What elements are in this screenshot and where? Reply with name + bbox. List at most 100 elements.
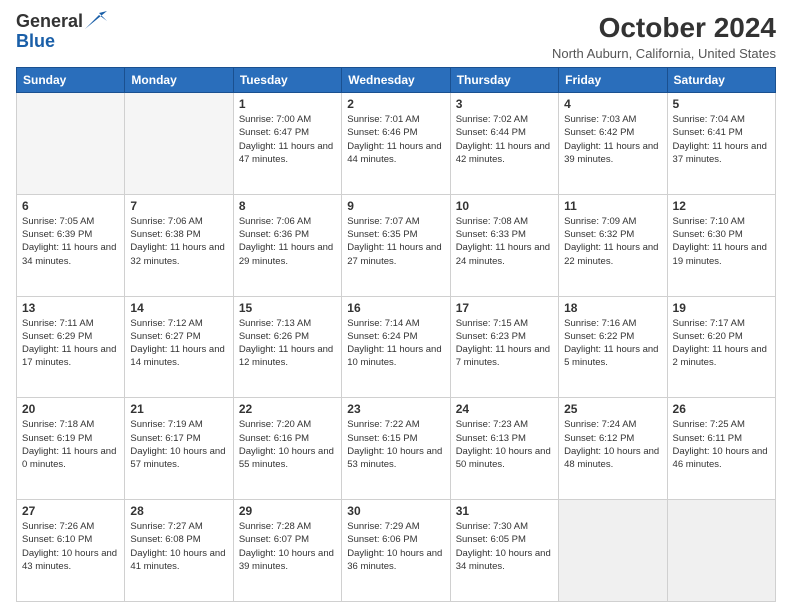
day-info: Sunrise: 7:19 AMSunset: 6:17 PMDaylight:… (130, 418, 227, 471)
calendar-header-friday: Friday (559, 68, 667, 93)
location: North Auburn, California, United States (552, 46, 776, 61)
calendar-cell: 16 Sunrise: 7:14 AMSunset: 6:24 PMDayligh… (342, 296, 450, 398)
day-info: Sunrise: 7:26 AMSunset: 6:10 PMDaylight:… (22, 520, 119, 573)
day-info: Sunrise: 7:10 AMSunset: 6:30 PMDaylight:… (673, 215, 770, 268)
day-number: 3 (456, 97, 553, 111)
calendar-cell: 20 Sunrise: 7:18 AMSunset: 6:19 PMDayligh… (17, 398, 125, 500)
calendar-cell: 23 Sunrise: 7:22 AMSunset: 6:15 PMDayligh… (342, 398, 450, 500)
day-info: Sunrise: 7:13 AMSunset: 6:26 PMDaylight:… (239, 317, 336, 370)
day-number: 16 (347, 301, 444, 315)
day-info: Sunrise: 7:29 AMSunset: 6:06 PMDaylight:… (347, 520, 444, 573)
calendar-body: 1 Sunrise: 7:00 AMSunset: 6:47 PMDaylight… (17, 93, 776, 602)
calendar-cell: 14 Sunrise: 7:12 AMSunset: 6:27 PMDayligh… (125, 296, 233, 398)
calendar-cell: 29Sunrise: 7:28 AMSunset: 6:07 PMDayligh… (233, 500, 341, 602)
day-number: 15 (239, 301, 336, 315)
calendar-cell: 1 Sunrise: 7:00 AMSunset: 6:47 PMDaylight… (233, 93, 341, 195)
calendar-week-2: 6Sunrise: 7:05 AMSunset: 6:39 PMDaylight… (17, 194, 776, 296)
day-number: 22 (239, 402, 336, 416)
calendar-cell: 31 Sunrise: 7:30 AMSunset: 6:05 PMDayligh… (450, 500, 558, 602)
calendar-cell: 15 Sunrise: 7:13 AMSunset: 6:26 PMDayligh… (233, 296, 341, 398)
calendar-cell: 11 Sunrise: 7:09 AMSunset: 6:32 PMDayligh… (559, 194, 667, 296)
day-number: 24 (456, 402, 553, 416)
day-info: Sunrise: 7:12 AMSunset: 6:27 PMDaylight:… (130, 317, 227, 370)
day-number: 4 (564, 97, 661, 111)
logo-general-text: General (16, 12, 83, 32)
calendar-cell (559, 500, 667, 602)
calendar-week-1: 1 Sunrise: 7:00 AMSunset: 6:47 PMDaylight… (17, 93, 776, 195)
day-info: Sunrise: 7:00 AMSunset: 6:47 PMDaylight:… (239, 113, 336, 166)
day-info: Sunrise: 7:15 AMSunset: 6:23 PMDaylight:… (456, 317, 553, 370)
day-number: 28 (130, 504, 227, 518)
day-number: 19 (673, 301, 770, 315)
calendar-header-wednesday: Wednesday (342, 68, 450, 93)
month-title: October 2024 (552, 12, 776, 44)
logo: General Blue (16, 12, 107, 52)
calendar-header-monday: Monday (125, 68, 233, 93)
day-info: Sunrise: 7:17 AMSunset: 6:20 PMDaylight:… (673, 317, 770, 370)
day-number: 31 (456, 504, 553, 518)
calendar-cell (125, 93, 233, 195)
calendar-header-tuesday: Tuesday (233, 68, 341, 93)
day-number: 18 (564, 301, 661, 315)
day-number: 9 (347, 199, 444, 213)
logo-bird-icon (85, 11, 107, 29)
calendar-cell: 28Sunrise: 7:27 AMSunset: 6:08 PMDayligh… (125, 500, 233, 602)
day-info: Sunrise: 7:22 AMSunset: 6:15 PMDaylight:… (347, 418, 444, 471)
day-number: 17 (456, 301, 553, 315)
day-number: 6 (22, 199, 119, 213)
day-info: Sunrise: 7:14 AMSunset: 6:24 PMDaylight:… (347, 317, 444, 370)
calendar-cell: 13Sunrise: 7:11 AMSunset: 6:29 PMDayligh… (17, 296, 125, 398)
day-number: 8 (239, 199, 336, 213)
calendar-cell: 19 Sunrise: 7:17 AMSunset: 6:20 PMDayligh… (667, 296, 775, 398)
calendar-cell: 26Sunrise: 7:25 AMSunset: 6:11 PMDayligh… (667, 398, 775, 500)
day-info: Sunrise: 7:16 AMSunset: 6:22 PMDaylight:… (564, 317, 661, 370)
calendar-cell: 8Sunrise: 7:06 AMSunset: 6:36 PMDaylight… (233, 194, 341, 296)
day-info: Sunrise: 7:11 AMSunset: 6:29 PMDaylight:… (22, 317, 119, 370)
day-number: 30 (347, 504, 444, 518)
calendar-week-4: 20 Sunrise: 7:18 AMSunset: 6:19 PMDayligh… (17, 398, 776, 500)
calendar-cell: 3 Sunrise: 7:02 AMSunset: 6:44 PMDaylight… (450, 93, 558, 195)
day-info: Sunrise: 7:02 AMSunset: 6:44 PMDaylight:… (456, 113, 553, 166)
calendar-cell (17, 93, 125, 195)
calendar-cell: 4Sunrise: 7:03 AMSunset: 6:42 PMDaylight… (559, 93, 667, 195)
day-number: 23 (347, 402, 444, 416)
calendar-cell: 27 Sunrise: 7:26 AMSunset: 6:10 PMDayligh… (17, 500, 125, 602)
day-info: Sunrise: 7:08 AMSunset: 6:33 PMDaylight:… (456, 215, 553, 268)
day-number: 20 (22, 402, 119, 416)
day-number: 11 (564, 199, 661, 213)
day-info: Sunrise: 7:01 AMSunset: 6:46 PMDaylight:… (347, 113, 444, 166)
day-info: Sunrise: 7:06 AMSunset: 6:38 PMDaylight:… (130, 215, 227, 268)
calendar-header-thursday: Thursday (450, 68, 558, 93)
calendar-week-3: 13Sunrise: 7:11 AMSunset: 6:29 PMDayligh… (17, 296, 776, 398)
calendar-cell: 30 Sunrise: 7:29 AMSunset: 6:06 PMDayligh… (342, 500, 450, 602)
calendar-cell: 18 Sunrise: 7:16 AMSunset: 6:22 PMDayligh… (559, 296, 667, 398)
day-info: Sunrise: 7:18 AMSunset: 6:19 PMDaylight:… (22, 418, 119, 471)
day-info: Sunrise: 7:09 AMSunset: 6:32 PMDaylight:… (564, 215, 661, 268)
title-area: October 2024 North Auburn, California, U… (552, 12, 776, 61)
calendar-cell: 7Sunrise: 7:06 AMSunset: 6:38 PMDaylight… (125, 194, 233, 296)
calendar-table: SundayMondayTuesdayWednesdayThursdayFrid… (16, 67, 776, 602)
calendar-cell: 2Sunrise: 7:01 AMSunset: 6:46 PMDaylight… (342, 93, 450, 195)
calendar-week-5: 27 Sunrise: 7:26 AMSunset: 6:10 PMDayligh… (17, 500, 776, 602)
day-number: 10 (456, 199, 553, 213)
calendar-cell: 25Sunrise: 7:24 AMSunset: 6:12 PMDayligh… (559, 398, 667, 500)
logo-blue-text: Blue (16, 31, 55, 51)
day-info: Sunrise: 7:28 AMSunset: 6:07 PMDaylight:… (239, 520, 336, 573)
day-number: 5 (673, 97, 770, 111)
calendar-cell: 12Sunrise: 7:10 AMSunset: 6:30 PMDayligh… (667, 194, 775, 296)
calendar-header-sunday: Sunday (17, 68, 125, 93)
day-number: 21 (130, 402, 227, 416)
calendar-cell: 21 Sunrise: 7:19 AMSunset: 6:17 PMDayligh… (125, 398, 233, 500)
day-info: Sunrise: 7:24 AMSunset: 6:12 PMDaylight:… (564, 418, 661, 471)
calendar-cell (667, 500, 775, 602)
day-number: 1 (239, 97, 336, 111)
page: General Blue October 2024 North Auburn, … (0, 0, 792, 612)
day-info: Sunrise: 7:04 AMSunset: 6:41 PMDaylight:… (673, 113, 770, 166)
header: General Blue October 2024 North Auburn, … (16, 12, 776, 61)
day-number: 14 (130, 301, 227, 315)
calendar-cell: 22Sunrise: 7:20 AMSunset: 6:16 PMDayligh… (233, 398, 341, 500)
day-info: Sunrise: 7:30 AMSunset: 6:05 PMDaylight:… (456, 520, 553, 573)
day-number: 27 (22, 504, 119, 518)
calendar-cell: 17 Sunrise: 7:15 AMSunset: 6:23 PMDayligh… (450, 296, 558, 398)
day-number: 26 (673, 402, 770, 416)
